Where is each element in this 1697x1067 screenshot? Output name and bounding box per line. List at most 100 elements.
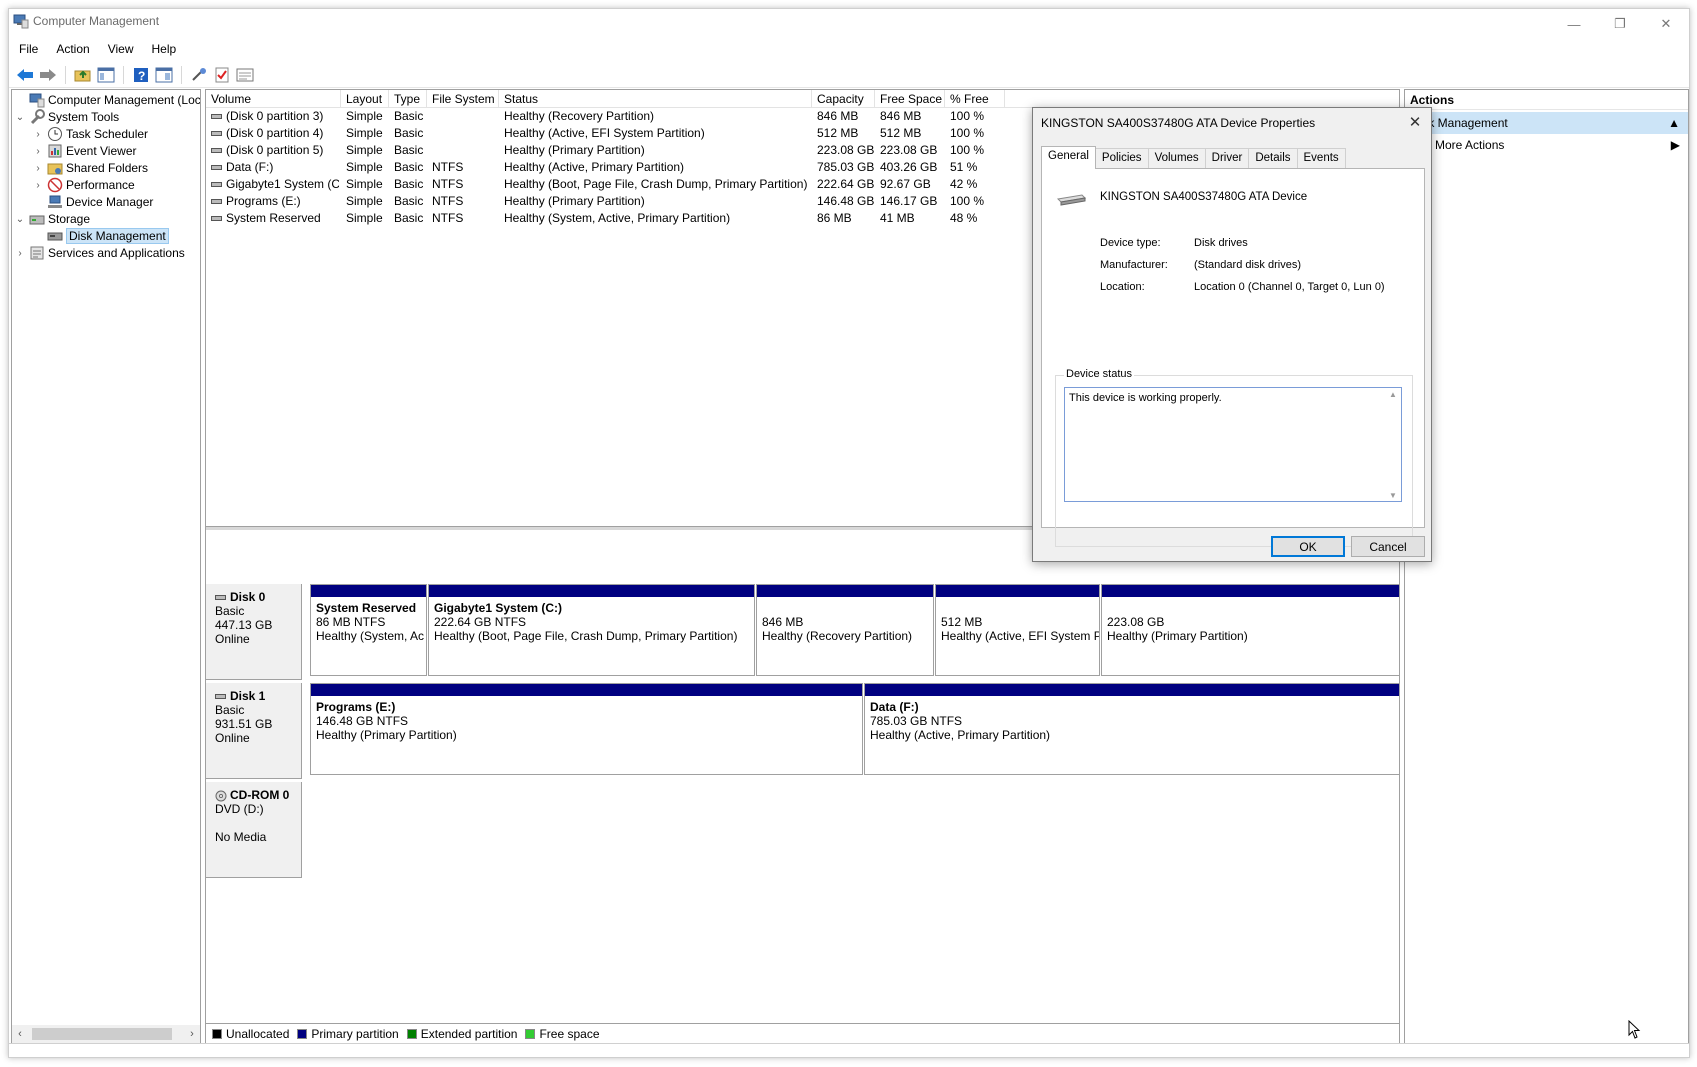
tree-item-disk-management[interactable]: Disk Management: [32, 227, 169, 245]
tools-icon: [29, 109, 45, 125]
menu-file[interactable]: File: [11, 39, 46, 61]
column-layout[interactable]: Layout: [341, 90, 389, 108]
title-bar: Computer Management — ❐ ✕: [9, 9, 1689, 39]
collapse-triangle-icon[interactable]: ▲: [1668, 116, 1680, 130]
volume-icon: [211, 182, 222, 188]
collapse-chevron-icon: ⌄: [15, 213, 25, 225]
column-percent-free[interactable]: % Free: [945, 90, 1005, 108]
actions-section-disk-management[interactable]: Disk Management ▲: [1405, 112, 1688, 134]
scroll-left-icon[interactable]: ‹: [12, 1028, 28, 1040]
column-type[interactable]: Type: [389, 90, 427, 108]
more-actions-item[interactable]: More Actions ▶: [1405, 134, 1688, 156]
submenu-arrow-icon: ▶: [1670, 138, 1680, 152]
tree-horizontal-scrollbar[interactable]: ‹ ›: [12, 1025, 200, 1043]
tab-policies[interactable]: Policies: [1094, 148, 1149, 168]
cell-volume: (Disk 0 partition 4): [211, 126, 339, 140]
volume-name: Data (F:): [226, 160, 274, 174]
cell-capacity: 146.48 GB: [817, 194, 875, 208]
back-arrow-icon[interactable]: [15, 65, 35, 85]
scroll-down-icon[interactable]: ▼: [1389, 491, 1397, 500]
partition-recovery[interactable]: 846 MB Healthy (Recovery Partition): [756, 584, 934, 676]
partition-name: [1107, 601, 1399, 615]
cell-layout: Simple: [346, 177, 383, 191]
cell-percent-free: 100 %: [950, 109, 985, 123]
tree-item-computer-management[interactable]: Computer Management (Local: [14, 91, 200, 109]
cell-status: Healthy (Primary Partition): [504, 143, 645, 157]
partition-color-bar: [757, 585, 933, 597]
partition-gigabyte1-system[interactable]: Gigabyte1 System (C:) 222.64 GB NTFS Healt…: [428, 584, 755, 676]
cancel-button[interactable]: Cancel: [1351, 536, 1425, 557]
cdrom-0-label[interactable]: CD-ROM 0 DVD (D:) No Media: [206, 782, 302, 878]
ok-button[interactable]: OK: [1271, 536, 1345, 557]
column-file-system[interactable]: File System: [427, 90, 499, 108]
menu-help[interactable]: Help: [144, 39, 185, 61]
legend-item: Primary partition: [297, 1026, 399, 1041]
tree-item-performance[interactable]: › Performance: [32, 176, 135, 194]
disk-1-label[interactable]: Disk 1 Basic 931.51 GB Online: [206, 683, 302, 779]
disk-icon: [215, 694, 226, 700]
legend-label: Unallocated: [226, 1026, 290, 1041]
disk-type: Basic: [215, 604, 245, 618]
volume-icon: [211, 165, 222, 171]
properties-view-icon[interactable]: [154, 65, 174, 85]
cell-free-space: 92.67 GB: [880, 177, 931, 191]
partition-programs[interactable]: Programs (E:) 146.48 GB NTFS Healthy (Prim…: [310, 683, 863, 775]
tab-volumes[interactable]: Volumes: [1147, 148, 1206, 168]
partition-data[interactable]: Data (F:) 785.03 GB NTFS Healthy (Active, …: [864, 683, 1399, 775]
partition-color-bar: [865, 684, 1399, 696]
partition-status: Healthy (Recovery Partition): [762, 629, 913, 643]
dialog-close-button[interactable]: ✕: [1405, 112, 1425, 132]
menu-view[interactable]: View: [100, 39, 142, 61]
tree-item-storage[interactable]: ⌄ Storage: [14, 210, 90, 228]
partition-status: Healthy (Active, EFI System P: [941, 629, 1099, 643]
restore-button[interactable]: ❐: [1597, 9, 1643, 39]
tab-details[interactable]: Details: [1248, 148, 1298, 168]
device-status-textbox[interactable]: This device is working properly. ▲ ▼: [1064, 387, 1402, 502]
scrollbar-thumb[interactable]: [32, 1028, 172, 1040]
tab-general[interactable]: General: [1041, 146, 1096, 169]
scroll-right-icon[interactable]: ›: [184, 1028, 200, 1040]
legend-label: Primary partition: [311, 1026, 399, 1041]
partition-color-bar: [311, 684, 862, 696]
forward-arrow-icon[interactable]: [38, 65, 58, 85]
disk-0-label[interactable]: Disk 0 Basic 447.13 GB Online: [206, 584, 302, 680]
help-icon[interactable]: ?: [131, 65, 151, 85]
tree-item-shared-folders[interactable]: › Shared Folders: [32, 159, 148, 177]
manufacturer-label: Manufacturer:: [1100, 259, 1168, 271]
column-capacity[interactable]: Capacity: [812, 90, 875, 108]
cd-rom-icon: [215, 788, 230, 802]
minimize-button[interactable]: —: [1551, 9, 1597, 39]
partition-status: Healthy (Active, Primary Partition): [870, 728, 1051, 742]
partition-efi-system[interactable]: 512 MB Healthy (Active, EFI System P: [935, 584, 1100, 676]
tree-item-services-and-applications[interactable]: › Services and Applications: [14, 244, 184, 262]
scroll-up-icon[interactable]: ▲: [1389, 390, 1397, 399]
cell-capacity: 785.03 GB: [817, 160, 875, 174]
status-scrollbar[interactable]: ▲ ▼: [1387, 390, 1399, 500]
tab-events[interactable]: Events: [1296, 148, 1346, 168]
partition-color-bar: [936, 585, 1099, 597]
tree-item-device-manager[interactable]: Device Manager: [32, 193, 153, 211]
menu-action[interactable]: Action: [48, 39, 97, 61]
column-volume[interactable]: Volume: [206, 90, 341, 108]
cell-file-system: NTFS: [432, 177, 464, 191]
close-button[interactable]: ✕: [1643, 9, 1689, 39]
column-free-space[interactable]: Free Space: [875, 90, 945, 108]
check-disk-icon[interactable]: [212, 65, 232, 85]
show-hide-tree-icon[interactable]: [96, 65, 116, 85]
expand-chevron-icon: ›: [18, 247, 22, 259]
tab-driver[interactable]: Driver: [1204, 148, 1250, 168]
cell-free-space: 223.08 GB: [880, 143, 938, 157]
cell-type: Basic: [394, 109, 424, 123]
device-type-value: Disk drives: [1194, 237, 1248, 249]
tree-item-event-viewer[interactable]: › Event Viewer: [32, 142, 136, 160]
column-status[interactable]: Status: [499, 90, 812, 108]
tree-item-task-scheduler[interactable]: › Task Scheduler: [32, 125, 148, 143]
partition-disk0-partition5[interactable]: 223.08 GB Healthy (Primary Partition): [1101, 584, 1399, 676]
cell-volume: (Disk 0 partition 5): [211, 143, 339, 157]
partition-system-reserved[interactable]: System Reserved 86 MB NTFS Healthy (System…: [310, 584, 427, 676]
tree-item-system-tools[interactable]: ⌄ System Tools: [14, 108, 119, 126]
disk-drive-icon: [1056, 189, 1087, 209]
list-view-icon[interactable]: [235, 65, 255, 85]
up-folder-icon[interactable]: [73, 65, 93, 85]
connect-icon[interactable]: [189, 65, 209, 85]
